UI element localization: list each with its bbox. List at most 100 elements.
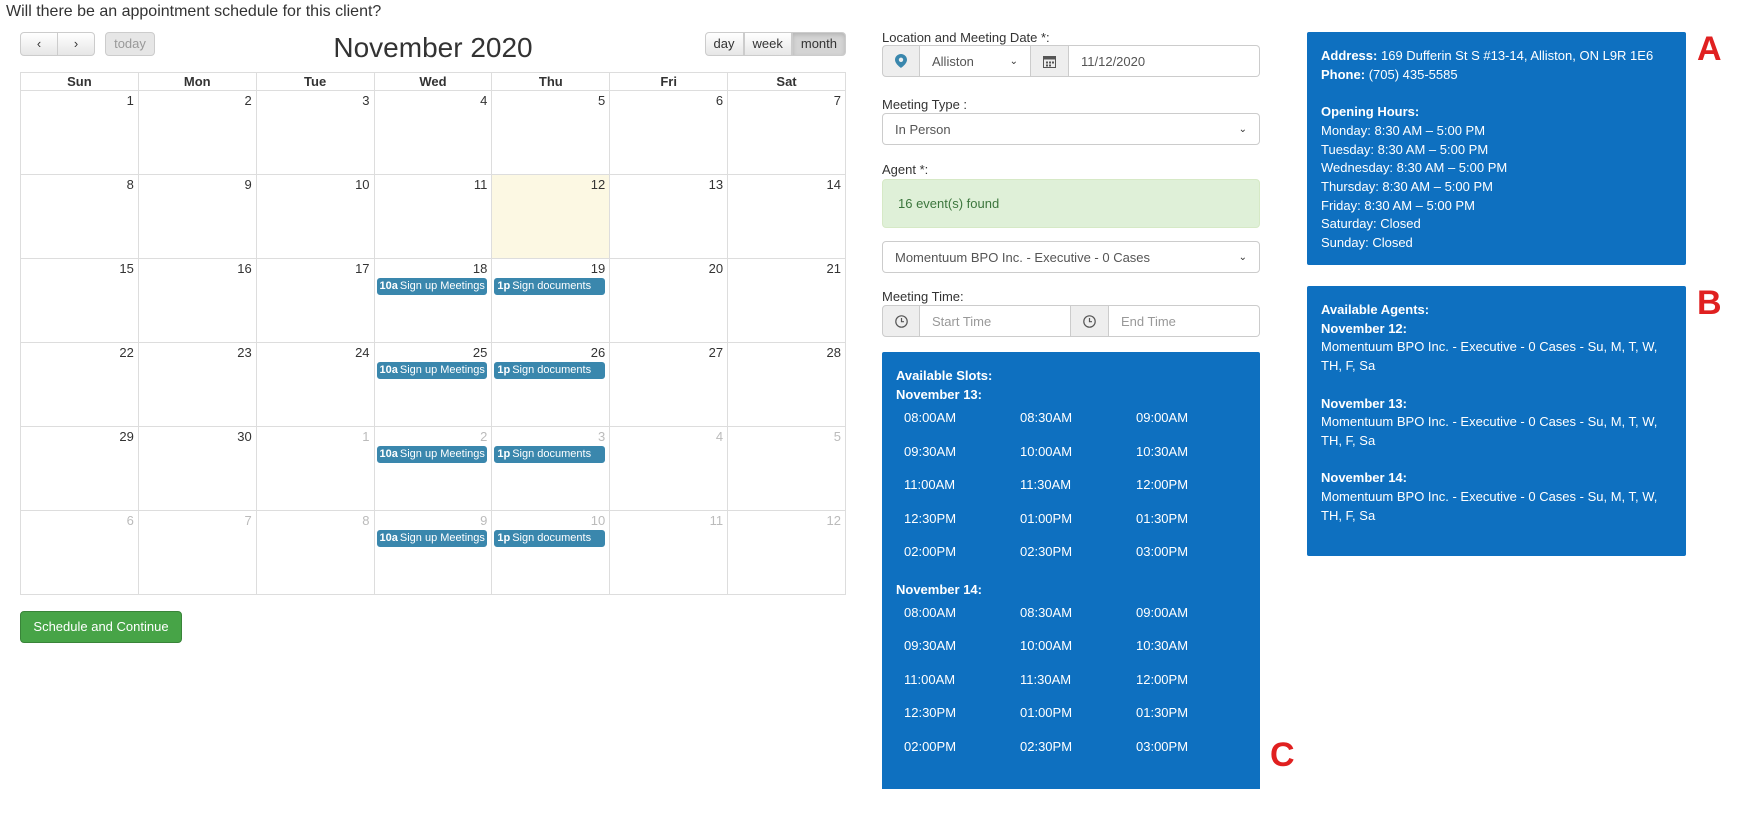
calendar-day-cell[interactable]: 1 (20, 90, 139, 175)
time-slot[interactable]: 10:00AM (1020, 638, 1136, 672)
time-slot[interactable]: 12:30PM (904, 705, 1020, 739)
agent-select[interactable]: Momentuum BPO Inc. - Executive - 0 Cases… (882, 241, 1260, 273)
calendar-event[interactable]: 1p Sign documents (494, 446, 606, 463)
time-slot[interactable]: 03:00PM (1136, 544, 1252, 578)
end-time-input[interactable]: End Time (1109, 305, 1260, 337)
time-slot[interactable]: 08:00AM (904, 605, 1020, 639)
time-slot[interactable]: 12:30PM (904, 511, 1020, 545)
time-slot[interactable]: 09:30AM (904, 638, 1020, 672)
time-slot[interactable]: 12:00PM (1136, 672, 1252, 706)
calendar-day-cell[interactable]: 13 (609, 174, 729, 259)
calendar-day-cell[interactable]: 25 10a Sign up Meetings (373, 342, 493, 427)
calendar-day-cell[interactable]: 2 10a Sign up Meetings (373, 426, 493, 511)
calendar-day-cell[interactable]: 4 (609, 426, 729, 511)
view-month-button[interactable]: month (791, 32, 846, 56)
meeting-date-input[interactable]: 11/12/2020 (1069, 45, 1260, 77)
calendar-day-cell[interactable]: 5 (727, 426, 846, 511)
time-slot[interactable]: 02:00PM (904, 739, 1020, 773)
calendar-day-cell[interactable]: 12 (491, 174, 611, 259)
calendar-day-cell[interactable]: 22 (20, 342, 139, 427)
day-number: 28 (826, 345, 841, 360)
calendar-day-cell[interactable]: 10 1p Sign documents (491, 510, 611, 595)
time-slot[interactable]: 02:00PM (904, 544, 1020, 578)
calendar-day-cell[interactable]: 14 (727, 174, 846, 259)
calendar-day-cell[interactable]: 20 (609, 258, 729, 343)
view-day-button[interactable]: day (704, 32, 744, 56)
time-slot[interactable]: 12:00PM (1136, 477, 1252, 511)
calendar-day-cell[interactable]: 24 (255, 342, 375, 427)
calendar-day-cell[interactable]: 15 (20, 258, 139, 343)
calendar-day-cell[interactable]: 26 1p Sign documents (491, 342, 611, 427)
calendar-day-cell[interactable]: 10 (255, 174, 375, 259)
calendar-day-cell[interactable]: 28 (727, 342, 846, 427)
calendar-day-cell[interactable]: 6 (20, 510, 139, 595)
view-week-button[interactable]: week (743, 32, 792, 56)
day-number: 24 (355, 345, 370, 360)
prev-month-button[interactable]: ‹ (20, 32, 58, 56)
calendar-event[interactable]: 1p Sign documents (494, 530, 606, 547)
time-slot[interactable]: 03:00PM (1136, 739, 1252, 773)
day-number: 11 (473, 177, 488, 192)
time-slot[interactable]: 08:30AM (1020, 605, 1136, 639)
location-date-label: Location and Meeting Date *: (882, 30, 1050, 45)
meeting-type-select[interactable]: In Person ⌄ (882, 113, 1260, 145)
calendar-day-cell[interactable]: 11 (609, 510, 729, 595)
calendar-day-cell[interactable]: 30 (137, 426, 257, 511)
time-slot[interactable]: 01:30PM (1136, 511, 1252, 545)
time-slot[interactable]: 10:30AM (1136, 444, 1252, 478)
calendar-day-cell[interactable]: 19 1p Sign documents (491, 258, 611, 343)
calendar-day-cell[interactable]: 2 (137, 90, 257, 175)
calendar-event[interactable]: 10a Sign up Meetings (376, 278, 488, 295)
next-month-button[interactable]: › (57, 32, 95, 56)
time-slot[interactable]: 02:30PM (1020, 739, 1136, 773)
time-slot[interactable]: 09:00AM (1136, 605, 1252, 639)
time-slot[interactable]: 11:30AM (1020, 672, 1136, 706)
calendar-day-cell[interactable]: 17 (255, 258, 375, 343)
time-slot[interactable]: 09:00AM (1136, 410, 1252, 444)
calendar-day-cell[interactable]: 7 (727, 90, 846, 175)
time-slot[interactable]: 08:30AM (1020, 410, 1136, 444)
calendar-day-cell[interactable]: 16 (137, 258, 257, 343)
time-slot[interactable]: 11:30AM (1020, 477, 1136, 511)
today-button[interactable]: today (105, 32, 155, 56)
schedule-continue-button[interactable]: Schedule and Continue (20, 611, 182, 643)
calendar-day-cell[interactable]: 9 10a Sign up Meetings (373, 510, 493, 595)
calendar-day-cell[interactable]: 3 (255, 90, 375, 175)
day-number: 3 (362, 93, 370, 108)
time-slot[interactable]: 01:00PM (1020, 511, 1136, 545)
calendar-day-cell[interactable]: 5 (491, 90, 611, 175)
calendar-day-cell[interactable]: 4 (373, 90, 493, 175)
calendar-day-cell[interactable]: 1 (255, 426, 375, 511)
calendar-day-cell[interactable]: 9 (137, 174, 257, 259)
time-slot[interactable]: 08:00AM (904, 410, 1020, 444)
calendar-day-cell[interactable]: 3 1p Sign documents (491, 426, 611, 511)
calendar-day-cell[interactable]: 23 (137, 342, 257, 427)
time-slot[interactable]: 01:30PM (1136, 705, 1252, 739)
time-slot[interactable]: 09:30AM (904, 444, 1020, 478)
calendar-day-cell[interactable]: 29 (20, 426, 139, 511)
calendar-day-cell[interactable]: 6 (609, 90, 729, 175)
location-select[interactable]: Alliston ⌄ (920, 45, 1031, 77)
calendar-event[interactable]: 10a Sign up Meetings (376, 362, 488, 379)
calendar-event[interactable]: 1p Sign documents (494, 362, 606, 379)
time-slot[interactable]: 11:00AM (904, 477, 1020, 511)
calendar-day-cell[interactable]: 12 (727, 510, 846, 595)
time-slot[interactable]: 02:30PM (1020, 544, 1136, 578)
available-slots-panel: Available Slots: November 13: 08:00AM 08:3… (882, 352, 1260, 789)
start-time-input[interactable]: Start Time (920, 305, 1071, 337)
calendar-day-cell[interactable]: 11 (373, 174, 493, 259)
calendar-day-cell[interactable]: 8 (20, 174, 139, 259)
time-slot[interactable]: 10:00AM (1020, 444, 1136, 478)
time-slot[interactable]: 11:00AM (904, 672, 1020, 706)
calendar-event[interactable]: 10a Sign up Meetings (376, 446, 488, 463)
agents-heading: Available Agents: (1321, 302, 1430, 317)
calendar-event[interactable]: 1p Sign documents (494, 278, 606, 295)
calendar-day-cell[interactable]: 8 (255, 510, 375, 595)
calendar-day-cell[interactable]: 27 (609, 342, 729, 427)
calendar-day-cell[interactable]: 21 (727, 258, 846, 343)
calendar-day-cell[interactable]: 18 10a Sign up Meetings (373, 258, 493, 343)
calendar-event[interactable]: 10a Sign up Meetings (376, 530, 488, 547)
time-slot[interactable]: 10:30AM (1136, 638, 1252, 672)
calendar-day-cell[interactable]: 7 (137, 510, 257, 595)
time-slot[interactable]: 01:00PM (1020, 705, 1136, 739)
